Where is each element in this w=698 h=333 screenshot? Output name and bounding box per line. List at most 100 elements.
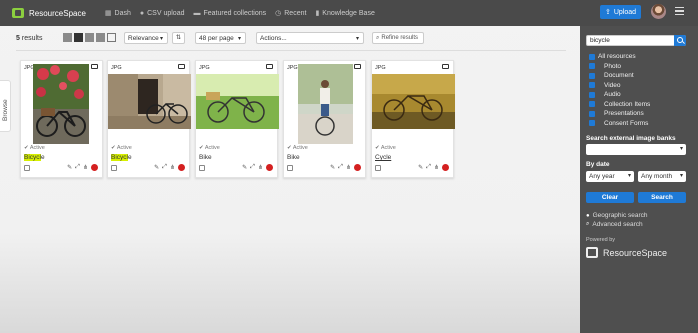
checkbox[interactable] (589, 110, 595, 117)
resourcespace-footer-logo[interactable]: ResourceSpace (586, 247, 667, 258)
resource-card[interactable]: JPG ✔ Active Bike ✎ ⤢ ⋔ (195, 60, 279, 178)
fullscreen-icon[interactable]: ⤢ (338, 164, 343, 171)
checkbox[interactable] (589, 120, 595, 127)
remove-icon[interactable] (442, 164, 449, 171)
sort-select[interactable]: Relevance ▾ (124, 32, 168, 44)
resource-card[interactable]: JPG ✔ Active Cycle ✎ ⤢ ⋔ (371, 60, 455, 178)
resource-thumbnail[interactable] (298, 64, 353, 144)
select-checkbox[interactable] (111, 165, 117, 171)
fullscreen-icon[interactable]: ⤢ (426, 164, 431, 171)
remove-icon[interactable] (178, 164, 185, 171)
filter-video[interactable]: Video (589, 81, 650, 91)
resource-title[interactable]: Bicycle (111, 154, 132, 161)
geographic-search-link[interactable]: ● Geographic search (586, 212, 648, 219)
remove-icon[interactable] (354, 164, 361, 171)
info-card-icon[interactable] (442, 64, 449, 69)
fullscreen-icon[interactable]: ⤢ (162, 164, 167, 171)
clear-button[interactable]: Clear (586, 192, 634, 203)
nav-item-csv-upload[interactable]: ● CSV upload (140, 9, 185, 17)
share-icon[interactable]: ⋔ (434, 164, 439, 171)
external-banks-select[interactable]: ▾ (586, 144, 686, 155)
select-checkbox[interactable] (199, 165, 205, 171)
small-thumbs-icon[interactable] (85, 33, 94, 42)
select-checkbox[interactable] (287, 165, 293, 171)
checkbox[interactable] (589, 101, 595, 108)
filter-photo[interactable]: Photo (589, 62, 650, 72)
resource-thumbnail[interactable] (372, 74, 455, 129)
select-checkbox[interactable] (375, 165, 381, 171)
select-checkbox[interactable] (24, 165, 30, 171)
filter-collection-items[interactable]: Collection Items (589, 100, 650, 110)
filter-audio[interactable]: Audio (589, 90, 650, 100)
info-card-icon[interactable] (178, 64, 185, 69)
info-card-icon[interactable] (91, 64, 98, 69)
large-thumbs-icon[interactable] (74, 33, 83, 42)
user-avatar[interactable] (651, 4, 666, 19)
nav-item-recent[interactable]: ◷ Recent (275, 9, 306, 18)
filter-all-resources[interactable]: All resources (589, 52, 650, 62)
resource-type-filters: All resources Photo Document Video Audio… (589, 52, 650, 128)
nav-item-featured-collections[interactable]: ▬ Featured collections (193, 9, 266, 17)
map-view-icon[interactable] (107, 33, 116, 42)
search-button[interactable]: Search (638, 192, 686, 203)
filter-consent-forms[interactable]: Consent Forms (589, 119, 650, 129)
browse-tab[interactable]: Browse (0, 80, 11, 132)
refine-results-button[interactable]: ⌕ Refine results (372, 32, 424, 44)
sort-direction-icon: ⇅ (175, 35, 182, 41)
edit-icon[interactable]: ✎ (242, 164, 247, 171)
upload-button[interactable]: ⇪ Upload (600, 5, 641, 19)
filter-document[interactable]: Document (589, 71, 650, 81)
edit-icon[interactable]: ✎ (67, 164, 72, 171)
advanced-search-link[interactable]: ⌕ Advanced search (586, 221, 643, 228)
actions-select[interactable]: Actions... ▾ (256, 32, 364, 44)
resource-card[interactable]: JPG ✔ Active Bike ✎ ⤢ ⋔ (283, 60, 366, 178)
share-icon[interactable]: ⋔ (83, 164, 88, 171)
refine-label: Refine results (381, 35, 419, 41)
resource-title[interactable]: Cycle (375, 154, 391, 161)
edit-icon[interactable]: ✎ (154, 164, 159, 171)
nav-label: Dash (114, 9, 131, 17)
remove-icon[interactable] (266, 164, 273, 171)
resource-card[interactable]: JPG ✔ Active Bicycle ✎ ⤢ ⋔ (107, 60, 191, 178)
nav-item-dash[interactable]: ▦ Dash (105, 9, 131, 18)
checkbox[interactable] (589, 82, 595, 89)
per-page-select[interactable]: 48 per page ▾ (195, 32, 246, 44)
info-card-icon[interactable] (354, 64, 361, 69)
search-highlight: Bicycl (111, 154, 128, 161)
hamburger-menu-icon[interactable] (675, 7, 684, 16)
search-icon[interactable] (674, 35, 686, 46)
resource-thumbnail[interactable] (108, 74, 191, 129)
xlarge-thumbs-icon[interactable] (63, 33, 72, 42)
resource-title[interactable]: Bicycle (24, 154, 45, 161)
search-input[interactable]: bicycle (586, 35, 686, 46)
edit-icon[interactable]: ✎ (330, 164, 335, 171)
app-logo[interactable]: ResourceSpace (12, 8, 86, 18)
list-view-icon[interactable] (96, 33, 105, 42)
remove-icon[interactable] (91, 164, 98, 171)
resource-card[interactable]: JPG ✔ Active Bicycle ✎ ⤢ ⋔ (20, 60, 103, 178)
resource-title[interactable]: Bike (287, 154, 300, 161)
sort-direction-button[interactable]: ⇅ (172, 32, 185, 44)
search-icon: ⌕ (586, 221, 590, 227)
checkbox[interactable] (589, 63, 595, 70)
share-icon[interactable]: ⋔ (258, 164, 263, 171)
checkbox[interactable] (589, 53, 595, 60)
year-select[interactable]: Any year ▾ (586, 171, 634, 182)
nav-item-knowledge-base[interactable]: ▮ Knowledge Base (315, 9, 374, 18)
filter-presentations[interactable]: Presentations (589, 109, 650, 119)
fullscreen-icon[interactable]: ⤢ (250, 164, 255, 171)
resource-thumbnail[interactable] (33, 64, 89, 144)
month-select[interactable]: Any month ▾ (638, 171, 686, 182)
fullscreen-icon[interactable]: ⤢ (75, 164, 80, 171)
share-icon[interactable]: ⋔ (346, 164, 351, 171)
resource-title[interactable]: Bike (199, 154, 212, 161)
edit-icon[interactable]: ✎ (418, 164, 423, 171)
checkbox[interactable] (589, 91, 595, 98)
powered-by-label: Powered by (586, 237, 616, 243)
view-mode-switcher (63, 33, 118, 42)
checkbox[interactable] (589, 72, 595, 79)
resource-thumbnail[interactable] (196, 74, 279, 129)
share-icon[interactable]: ⋔ (170, 164, 175, 171)
file-type-label: JPG (287, 65, 298, 71)
info-card-icon[interactable] (266, 64, 273, 69)
